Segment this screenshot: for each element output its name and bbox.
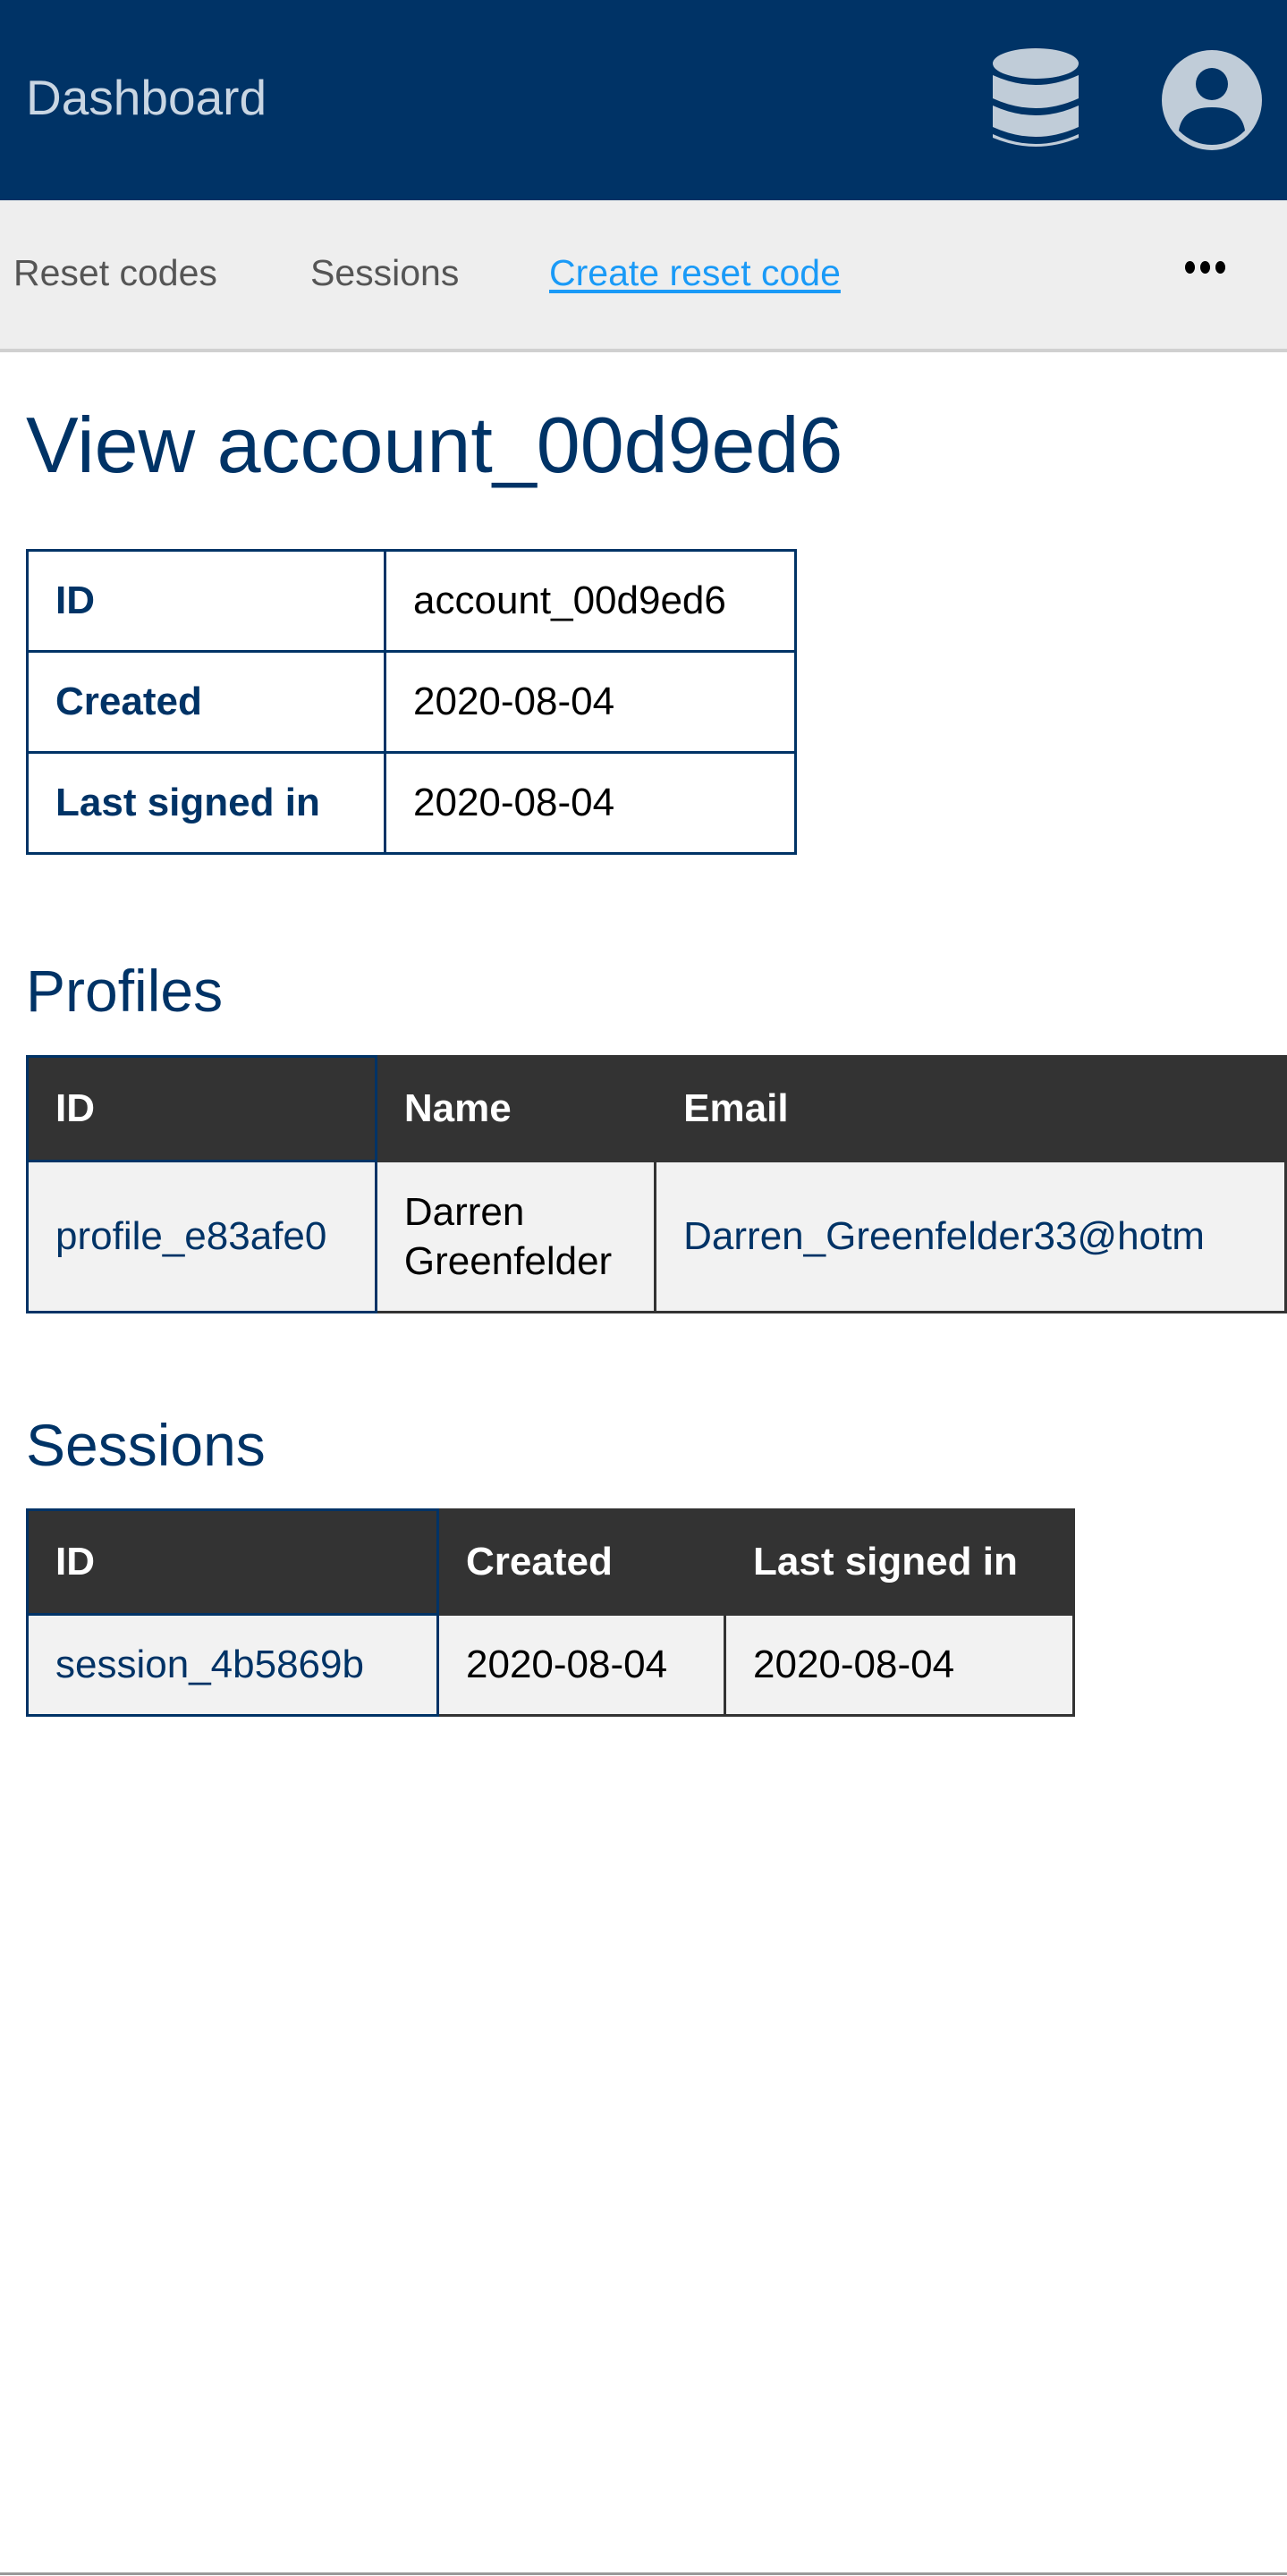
profile-name-first: Darren <box>403 1190 525 1234</box>
dashboard-link[interactable]: Dashboard <box>26 68 267 127</box>
table-row: Last signed in 2020-08-04 <box>26 751 797 855</box>
profiles-heading: Profiles <box>26 958 224 1024</box>
row-label: Created <box>26 650 386 754</box>
user-circle-icon[interactable] <box>1161 48 1263 152</box>
sessions-heading: Sessions <box>26 1412 266 1478</box>
top-bar: Dashboard <box>0 0 1287 200</box>
column-header: ID <box>26 1055 377 1162</box>
sessions-table: ID Created Last signed in session_4b5869… <box>26 1508 1075 1717</box>
secondary-nav: Reset codes Sessions Create reset code <box>0 200 1287 352</box>
profile-name-last: Greenfelder <box>403 1239 613 1283</box>
column-header: Created <box>436 1508 726 1616</box>
column-header: ID <box>26 1508 439 1616</box>
profile-id-link[interactable]: profile_e83afe0 <box>55 1214 326 1258</box>
row-value: 2020-08-04 <box>384 751 797 855</box>
profiles-table: ID Name Email profile_e83afe0 Darren Gree… <box>26 1055 1287 1313</box>
database-icon[interactable] <box>991 48 1080 152</box>
table-row: ID account_00d9ed6 <box>26 549 797 653</box>
session-last-signed-in: 2020-08-04 <box>724 1613 1075 1717</box>
profile-email-link[interactable]: Darren_Greenfelder33@hotm <box>683 1214 1205 1258</box>
page-bottom-divider <box>0 2572 1287 2575</box>
table-header-row: ID Created Last signed in <box>26 1508 1075 1616</box>
row-label: ID <box>26 549 386 653</box>
table-row: session_4b5869b 2020-08-04 2020-08-04 <box>26 1613 1075 1717</box>
row-label: Last signed in <box>26 751 386 855</box>
table-header-row: ID Name Email <box>26 1055 1287 1162</box>
session-id-link[interactable]: session_4b5869b <box>55 1643 364 1686</box>
page-title: View account_00d9ed6 <box>26 401 843 489</box>
create-reset-code-link[interactable]: Create reset code <box>549 250 841 295</box>
row-value: account_00d9ed6 <box>384 549 797 653</box>
ellipsis-icon[interactable] <box>1185 261 1225 274</box>
nav-reset-codes[interactable]: Reset codes <box>13 250 217 295</box>
column-header: Name <box>374 1055 657 1162</box>
nav-sessions[interactable]: Sessions <box>310 250 459 295</box>
column-header: Email <box>654 1055 1287 1162</box>
table-row: Created 2020-08-04 <box>26 650 797 754</box>
column-header: Last signed in <box>724 1508 1075 1616</box>
table-row: profile_e83afe0 Darren Greenfelder Darren… <box>26 1160 1287 1313</box>
row-value: 2020-08-04 <box>384 650 797 754</box>
session-created: 2020-08-04 <box>436 1613 726 1717</box>
account-details-table: ID account_00d9ed6 Created 2020-08-04 La… <box>26 549 797 855</box>
